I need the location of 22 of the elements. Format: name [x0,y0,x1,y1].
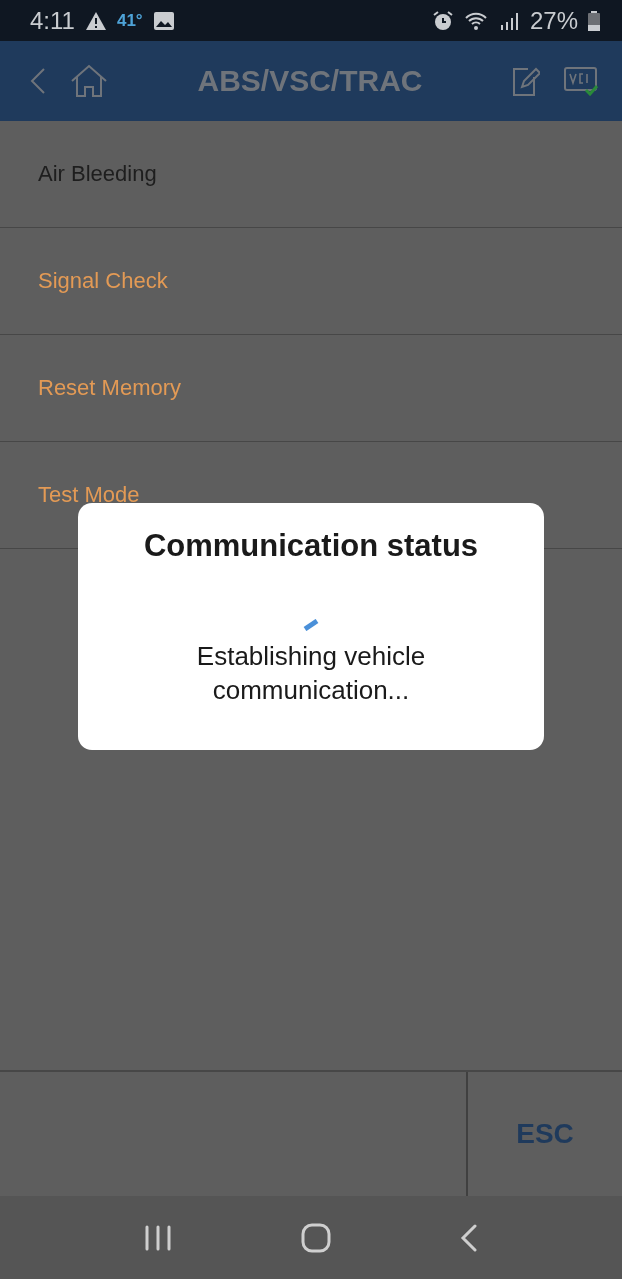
image-icon [152,10,175,31]
spinner-icon [303,619,319,631]
warning-icon [84,10,107,31]
header-title: ABS/VSC/TRAC [196,64,424,98]
battery-icon [588,10,600,31]
esc-button[interactable]: ESC [468,1072,622,1196]
home-button-icon[interactable] [301,1222,331,1253]
edit-icon[interactable] [512,65,540,97]
menu-item[interactable]: Air Bleeding [0,121,622,228]
home-icon[interactable] [70,64,108,98]
recent-apps-icon[interactable] [144,1224,173,1251]
vci-icon[interactable] [564,66,598,96]
temperature-text: 41° [116,10,143,31]
back-nav-icon[interactable] [459,1223,478,1252]
status-time: 4:11 [30,6,75,35]
dialog-message: Establishing vehicle communication... [195,640,427,707]
back-icon[interactable] [30,67,46,95]
alarm-icon [431,9,454,32]
menu-item[interactable]: Signal Check [0,228,622,335]
battery-percentage: 27% [529,6,578,35]
signal-icon [499,10,520,31]
menu-item[interactable]: Reset Memory [0,335,622,442]
